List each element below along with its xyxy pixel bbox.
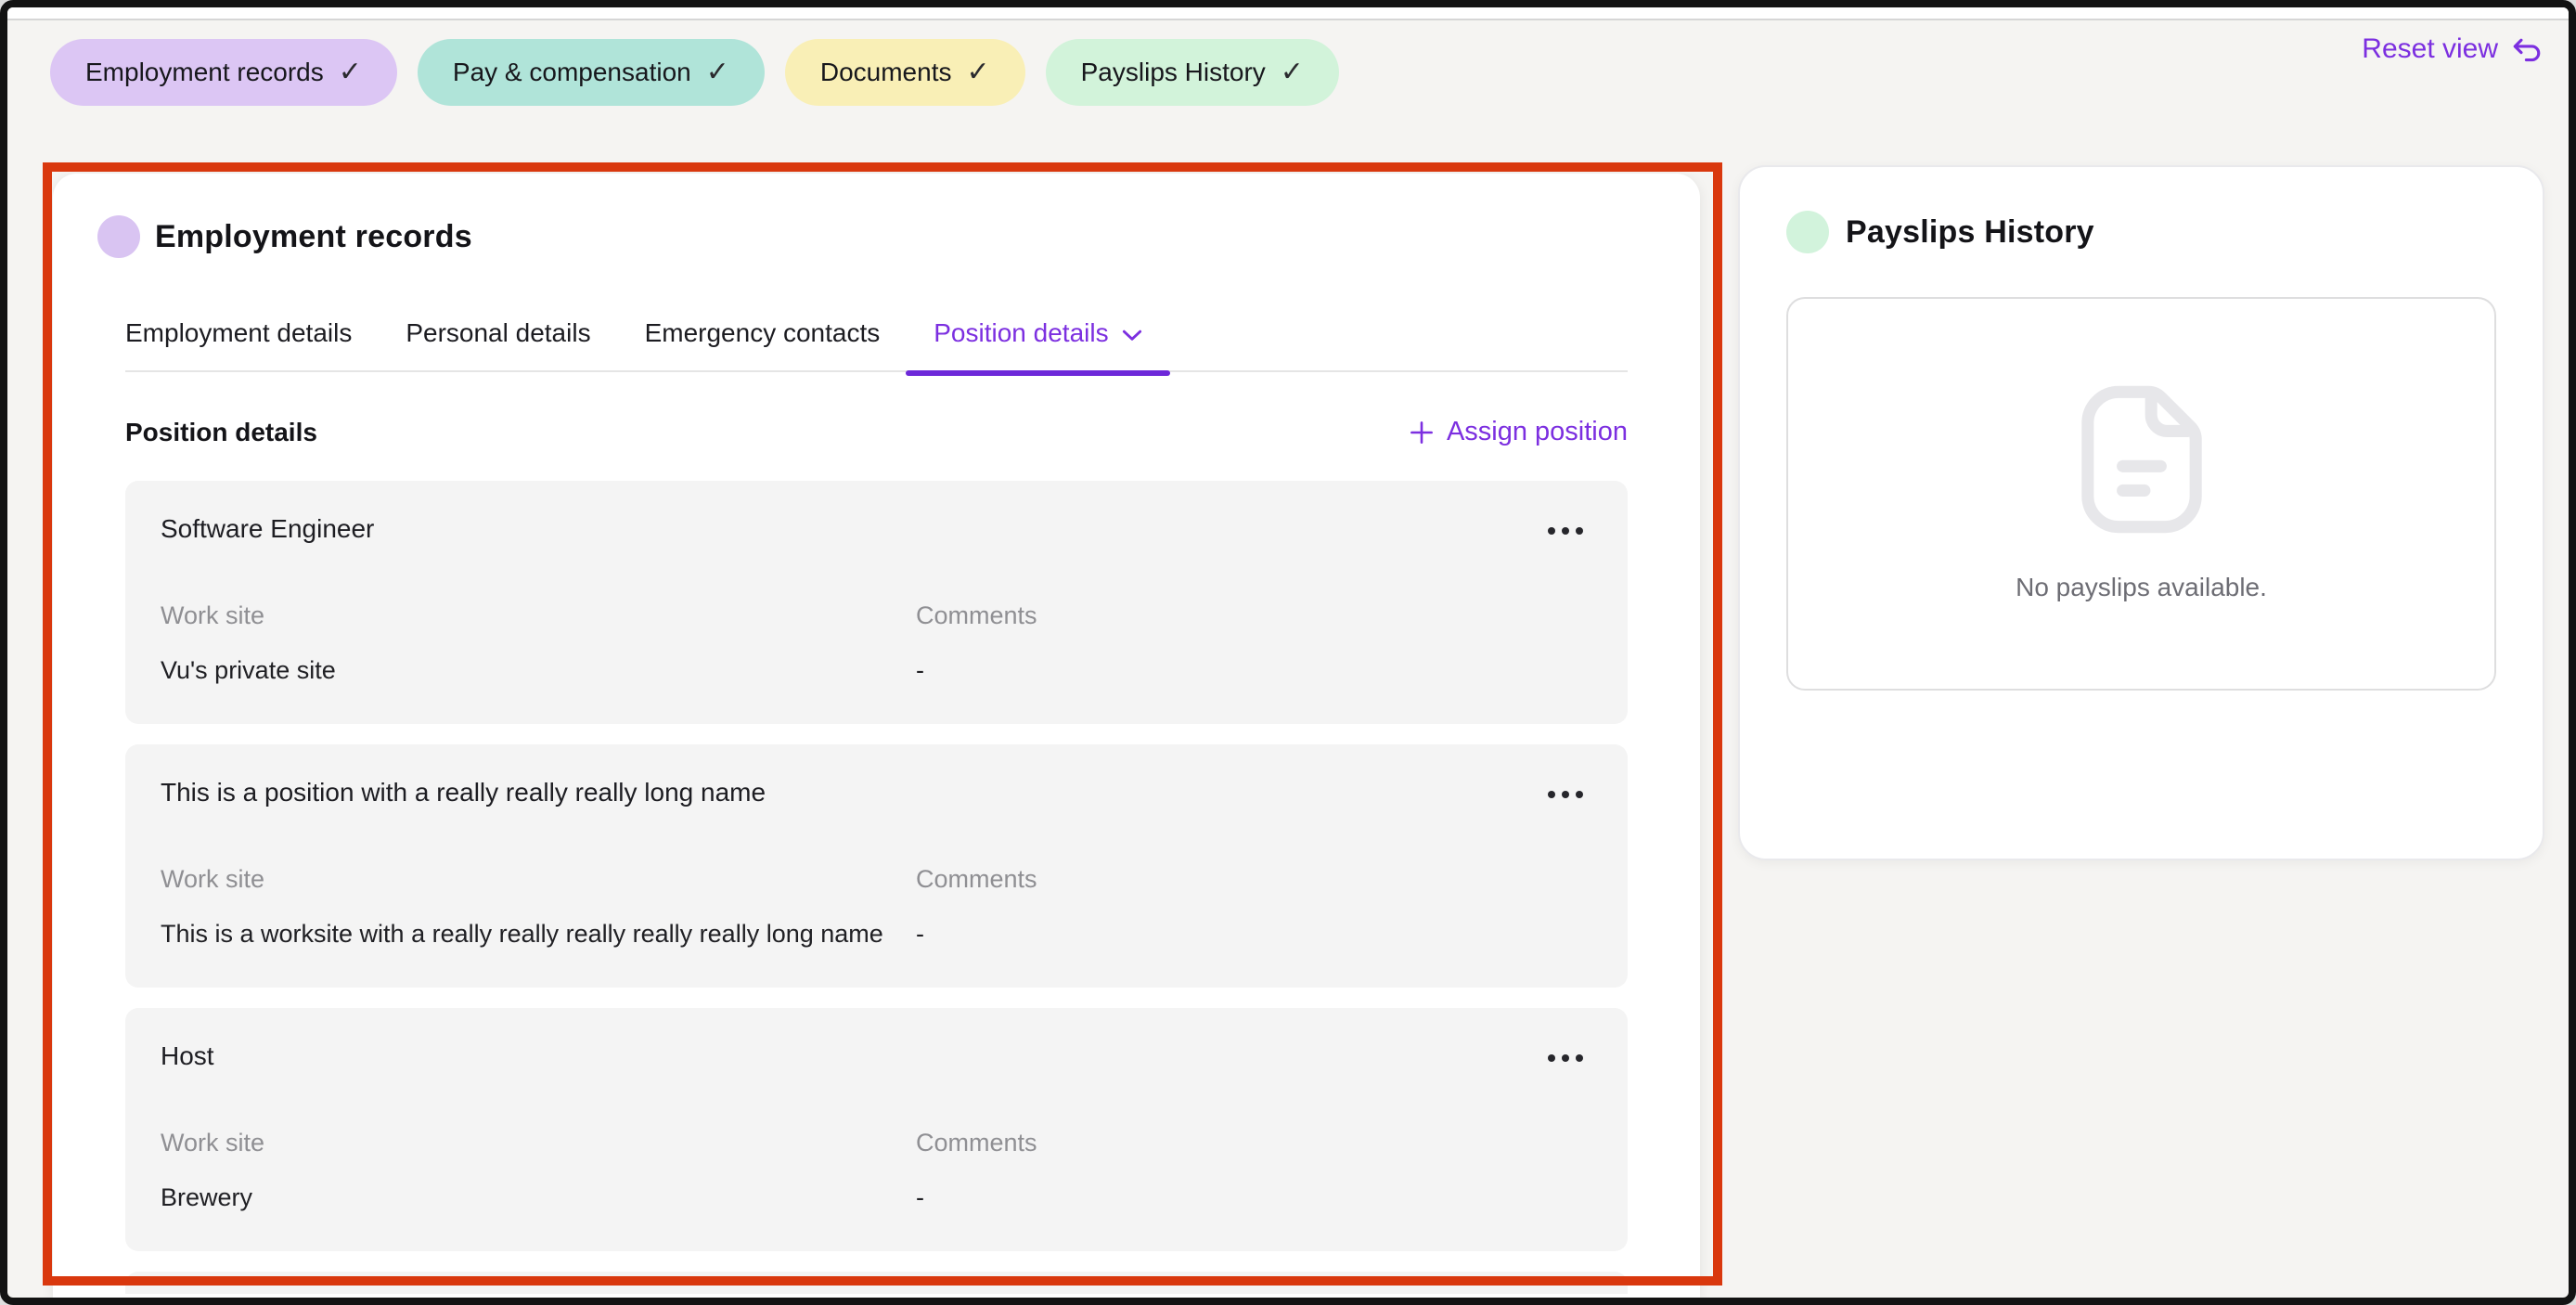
chip-documents[interactable]: Documents ✓ — [785, 39, 1025, 106]
payslips-empty-message: No payslips available. — [2016, 573, 2267, 602]
payslips-history-card: Payslips History No payslips available. — [1738, 165, 2544, 860]
chip-label: Employment records — [85, 58, 324, 87]
reset-view-button[interactable]: Reset view — [2362, 33, 2543, 65]
top-strip — [7, 7, 2569, 20]
chip-label: Pay & compensation — [453, 58, 691, 87]
chip-pay-compensation[interactable]: Pay & compensation ✓ — [418, 39, 765, 106]
highlight-annotation — [43, 162, 1722, 1286]
payslips-card-header: Payslips History — [1786, 210, 2496, 254]
chip-label: Documents — [820, 58, 952, 87]
payslips-card-title: Payslips History — [1846, 214, 2094, 251]
check-icon: ✓ — [966, 58, 989, 86]
check-icon: ✓ — [706, 58, 729, 86]
payslips-empty-state: No payslips available. — [1786, 297, 2496, 691]
chip-label: Payslips History — [1081, 58, 1266, 87]
document-icon — [2080, 385, 2203, 534]
check-icon: ✓ — [339, 58, 362, 86]
undo-icon — [2511, 35, 2543, 63]
reset-view-label: Reset view — [2362, 33, 2498, 65]
section-chips-row: Employment records ✓ Pay & compensation … — [50, 39, 1339, 106]
chip-payslips-history[interactable]: Payslips History ✓ — [1046, 39, 1339, 106]
app-screen: Employment records ✓ Pay & compensation … — [0, 0, 2576, 1305]
check-icon: ✓ — [1281, 58, 1304, 86]
chip-employment-records[interactable]: Employment records ✓ — [50, 39, 397, 106]
green-dot-icon — [1786, 211, 1829, 253]
